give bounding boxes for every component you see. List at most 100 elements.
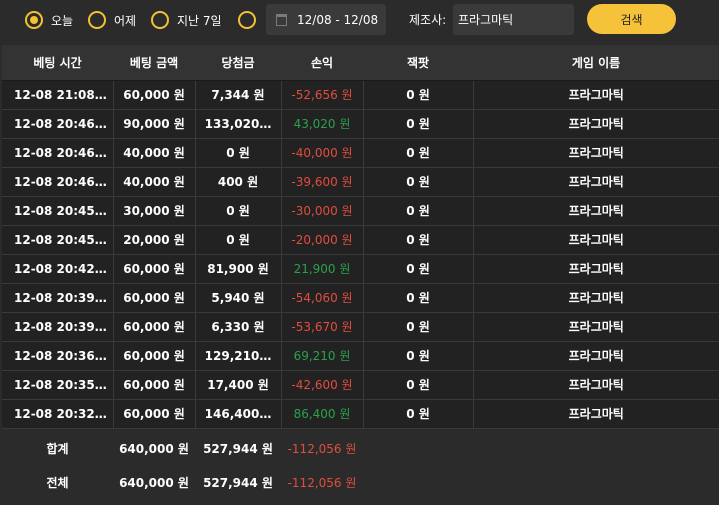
table-header-row: 베팅 시간 베팅 금액 당첨금 손익 잭팟 게임 이름 bbox=[2, 45, 719, 81]
radio-custom[interactable] bbox=[238, 10, 256, 30]
radio-today[interactable]: 오늘 bbox=[25, 10, 73, 30]
header-jackpot: 잭팟 bbox=[363, 45, 473, 81]
subtotal-bet: 640,000 원 bbox=[119, 441, 189, 456]
cell-profit-loss: -52,656 원 bbox=[281, 80, 364, 110]
maker-input[interactable] bbox=[453, 4, 574, 35]
cell-profit-loss: -20,000 원 bbox=[281, 225, 364, 255]
cell-jackpot: 0 원 bbox=[363, 167, 474, 197]
table-row: 12-08 20:39:… 60,000 원 5,940 원 -54,060 원0 원… bbox=[2, 283, 719, 313]
header-game-name: 게임 이름 bbox=[473, 45, 719, 81]
cell-jackpot: 0 원 bbox=[363, 80, 474, 110]
cell-jackpot: 0 원 bbox=[363, 341, 474, 371]
cell-bet-time: 12-08 20:46:… bbox=[2, 138, 114, 168]
cell-bet-amount: 90,000 원 bbox=[113, 109, 196, 139]
cell-game-name: 프라그마틱 bbox=[473, 196, 719, 226]
radio-unchecked-icon bbox=[238, 11, 256, 29]
cell-bet-time: 12-08 20:42:… bbox=[2, 254, 114, 284]
cell-winnings: 0 원 bbox=[195, 138, 282, 168]
calendar-icon bbox=[276, 13, 287, 26]
cell-jackpot: 0 원 bbox=[363, 399, 474, 429]
radio-yesterday-label: 어제 bbox=[114, 13, 137, 28]
cell-bet-time: 12-08 21:08:… bbox=[2, 80, 114, 110]
cell-bet-amount: 60,000 원 bbox=[113, 399, 196, 429]
cell-jackpot: 0 원 bbox=[363, 196, 474, 226]
cell-game-name: 프라그마틱 bbox=[473, 167, 719, 197]
cell-game-name: 프라그마틱 bbox=[473, 80, 719, 110]
cell-bet-time: 12-08 20:46:… bbox=[2, 167, 114, 197]
cell-bet-time: 12-08 20:36:… bbox=[2, 341, 114, 371]
radio-yesterday[interactable]: 어제 bbox=[88, 10, 136, 30]
table-row: 12-08 20:45:… 30,000 원0 원 -30,000 원0 원 프라그마… bbox=[2, 196, 719, 226]
cell-winnings: 7,344 원 bbox=[195, 80, 282, 110]
cell-jackpot: 0 원 bbox=[363, 138, 474, 168]
cell-bet-time: 12-08 20:39:… bbox=[2, 312, 114, 342]
cell-profit-loss: 86,400 원 bbox=[281, 399, 364, 429]
radio-unchecked-icon bbox=[88, 11, 106, 29]
radio-last7-label: 지난 7일 bbox=[177, 13, 222, 28]
cell-game-name: 프라그마틱 bbox=[473, 283, 719, 313]
cell-bet-time: 12-08 20:32:… bbox=[2, 399, 114, 429]
cell-bet-amount: 60,000 원 bbox=[113, 80, 196, 110]
cell-profit-loss: -30,000 원 bbox=[281, 196, 364, 226]
cell-profit-loss: -40,000 원 bbox=[281, 138, 364, 168]
cell-winnings: 0 원 bbox=[195, 196, 282, 226]
total-label: 전체 bbox=[46, 476, 69, 490]
cell-game-name: 프라그마틱 bbox=[473, 312, 719, 342]
search-button[interactable]: 검색 bbox=[587, 4, 676, 34]
header-bet-time: 베팅 시간 bbox=[2, 45, 113, 81]
cell-jackpot: 0 원 bbox=[363, 312, 474, 342]
cell-profit-loss: -42,600 원 bbox=[281, 370, 364, 400]
cell-game-name: 프라그마틱 bbox=[473, 254, 719, 284]
header-bet-amount: 베팅 금액 bbox=[113, 45, 195, 81]
date-range-picker[interactable]: 12/08 - 12/08 bbox=[266, 4, 386, 35]
cell-winnings: 17,400 원 bbox=[195, 370, 282, 400]
table-row: 12-08 20:46:… 90,000 원 133,020… 43,020 원0 원… bbox=[2, 109, 719, 139]
cell-game-name: 프라그마틱 bbox=[473, 341, 719, 371]
cell-winnings: 0 원 bbox=[195, 225, 282, 255]
total-win: 527,944 원 bbox=[203, 476, 273, 490]
bet-history-table: 베팅 시간 베팅 금액 당첨금 손익 잭팟 게임 이름 12-08 21:08:… bbox=[2, 45, 719, 497]
cell-bet-time: 12-08 20:45:… bbox=[2, 225, 114, 255]
radio-unchecked-icon bbox=[151, 11, 169, 29]
radio-last7[interactable]: 지난 7일 bbox=[151, 10, 222, 30]
cell-bet-amount: 40,000 원 bbox=[113, 167, 196, 197]
filter-bar: 오늘 어제 지난 7일 12/08 - 12/08 제조사: 검색 bbox=[0, 0, 719, 42]
cell-profit-loss: -53,670 원 bbox=[281, 312, 364, 342]
cell-game-name: 프라그마틱 bbox=[473, 370, 719, 400]
total-row: 전체 640,000 원 527,944 원 -112,056 원 bbox=[2, 468, 719, 497]
cell-game-name: 프라그마틱 bbox=[473, 138, 719, 168]
subtotal-label: 합계 bbox=[46, 441, 69, 456]
table-row: 12-08 20:32:… 60,000 원 146,400… 86,400 원0 원… bbox=[2, 399, 719, 429]
cell-bet-amount: 60,000 원 bbox=[113, 370, 196, 400]
cell-bet-time: 12-08 20:45:… bbox=[2, 196, 114, 226]
cell-winnings: 6,330 원 bbox=[195, 312, 282, 342]
cell-game-name: 프라그마틱 bbox=[473, 225, 719, 255]
cell-winnings: 129,210… bbox=[195, 341, 282, 371]
cell-bet-amount: 40,000 원 bbox=[113, 138, 196, 168]
cell-winnings: 146,400… bbox=[195, 399, 282, 429]
subtotal-row: 합계 640,000 원 527,944 원 -112,056 원 bbox=[2, 428, 719, 468]
cell-profit-loss: 21,900 원 bbox=[281, 254, 364, 284]
cell-bet-amount: 20,000 원 bbox=[113, 225, 196, 255]
header-winnings: 당첨금 bbox=[195, 45, 281, 81]
table-row: 12-08 20:42:… 60,000 원 81,900 원 21,900 원0 원… bbox=[2, 254, 719, 284]
table-row: 12-08 20:46:… 40,000 원0 원 -40,000 원0 원 프라그마… bbox=[2, 138, 719, 168]
date-range-text: 12/08 - 12/08 bbox=[297, 12, 379, 27]
cell-winnings: 5,940 원 bbox=[195, 283, 282, 313]
cell-winnings: 133,020… bbox=[195, 109, 282, 139]
subtotal-pl: -112,056 원 bbox=[287, 441, 357, 456]
cell-jackpot: 0 원 bbox=[363, 109, 474, 139]
total-pl: -112,056 원 bbox=[287, 476, 357, 490]
header-profit-loss: 손익 bbox=[281, 45, 363, 81]
subtotal-win: 527,944 원 bbox=[203, 441, 273, 456]
cell-bet-amount: 60,000 원 bbox=[113, 312, 196, 342]
cell-profit-loss: -39,600 원 bbox=[281, 167, 364, 197]
cell-bet-time: 12-08 20:46:… bbox=[2, 109, 114, 139]
cell-winnings: 81,900 원 bbox=[195, 254, 282, 284]
maker-label: 제조사: bbox=[409, 13, 447, 27]
cell-game-name: 프라그마틱 bbox=[473, 399, 719, 429]
cell-winnings: 400 원 bbox=[195, 167, 282, 197]
table-row: 12-08 20:46:… 40,000 원 400 원 -39,600 원0 원 프라… bbox=[2, 167, 719, 197]
cell-bet-time: 12-08 20:35:… bbox=[2, 370, 114, 400]
table-row: 12-08 20:35:… 60,000 원 17,400 원 -42,600 원0 … bbox=[2, 370, 719, 400]
